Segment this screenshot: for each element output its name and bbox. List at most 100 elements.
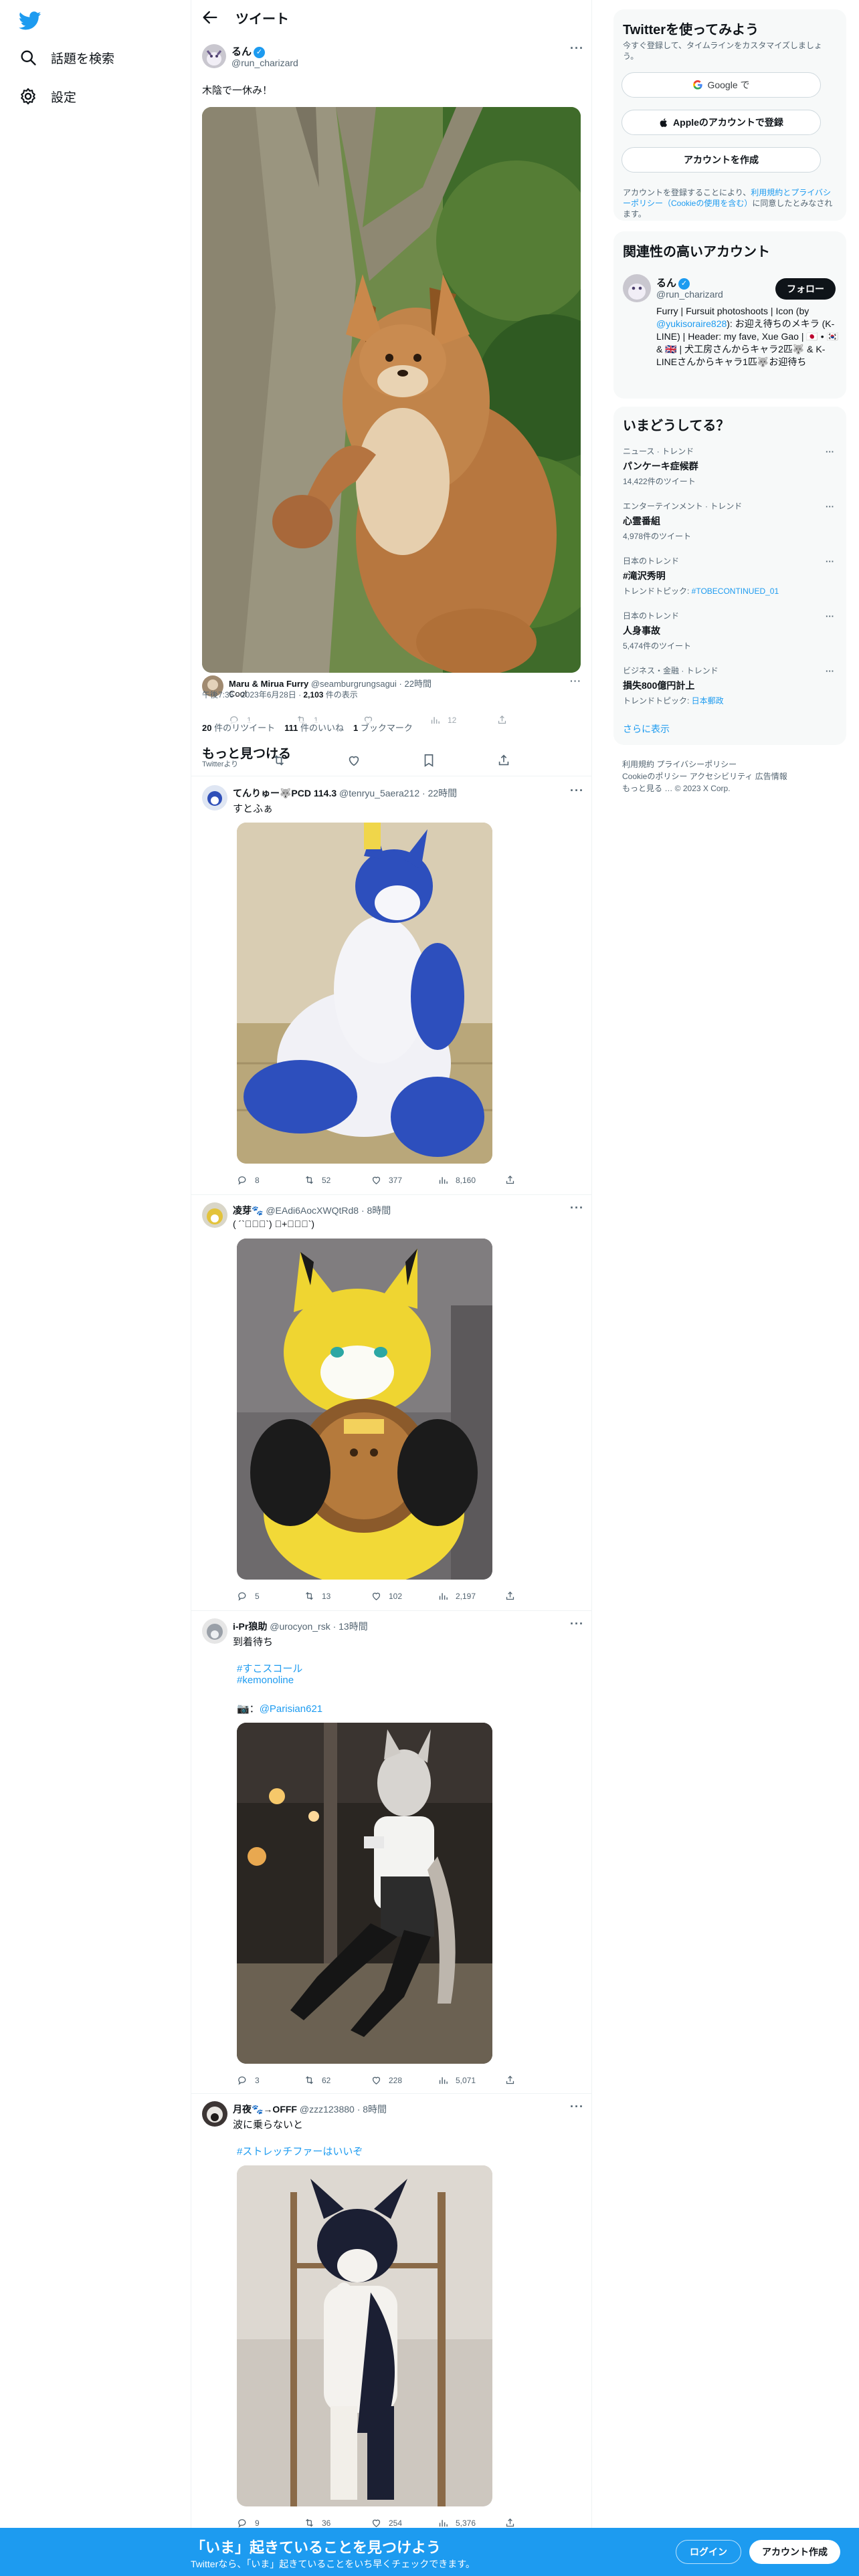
create-account-button[interactable]: アカウントを作成 — [622, 147, 821, 173]
nav-explore[interactable]: 話題を検索 — [19, 44, 114, 71]
feed-share[interactable] — [504, 2074, 522, 2086]
signup-button[interactable]: アカウント作成 — [749, 2540, 840, 2564]
relevant-handle[interactable]: @run_charizard — [656, 289, 723, 300]
feed-views[interactable]: 8,160 — [438, 1174, 504, 1186]
trend-item[interactable]: ニュース · トレンド パンケーキ症候群 14,422件のツイート ··· — [623, 445, 837, 487]
trend-item[interactable]: ビジネス・金融 · トレンド 損失800億円計上 トレンドトピック: 日本郵政 … — [623, 665, 837, 706]
views-icon — [439, 2520, 448, 2527]
feed-author-name[interactable]: i-Pr狼助 — [233, 1621, 267, 1632]
retweets-stat[interactable]: 20 件のリツイート — [202, 721, 275, 734]
trend-item[interactable]: エンターテインメント · トレンド 心霊番組 4,978件のツイート ··· — [623, 500, 837, 542]
author-avatar[interactable] — [202, 44, 226, 68]
feed-author-handle[interactable]: @EAdi6AocXWQtRd8 — [266, 1205, 359, 1216]
feed-photo[interactable] — [237, 1239, 492, 1580]
feed-like[interactable]: 254 — [371, 2517, 438, 2529]
quote-more-icon[interactable]: ··· — [570, 675, 581, 686]
feed-reply[interactable]: 5 — [237, 1590, 304, 1602]
feed-retweet-count: 52 — [322, 1175, 331, 1185]
likes-stat[interactable]: 111 件のいいね — [284, 721, 344, 734]
show-more-link[interactable]: さらに表示 — [623, 722, 670, 736]
tweet-photo[interactable] — [202, 107, 581, 673]
feed-author-handle[interactable]: @zzz123880 — [300, 2104, 355, 2115]
apple-signup-button[interactable]: Appleのアカウントで登録 — [622, 110, 821, 135]
bio-mention-link[interactable]: @yukisoraire828 — [656, 318, 727, 329]
main-bookmark[interactable] — [421, 753, 496, 768]
quote-author-handle[interactable]: @seamburgrungsagui — [311, 679, 397, 689]
feed-share[interactable] — [504, 2517, 522, 2529]
author-name[interactable]: るん ✓ — [231, 44, 266, 58]
feed-retweet[interactable]: 62 — [304, 2074, 371, 2086]
feed-author-handle[interactable]: @urocyon_rsk — [270, 1621, 330, 1632]
feed-avatar[interactable] — [202, 1202, 227, 1228]
feed-views[interactable]: 2,197 — [438, 1590, 504, 1602]
trend-more-icon[interactable]: ··· — [826, 611, 834, 621]
main-retweet[interactable] — [272, 753, 347, 768]
trend-topic-link[interactable]: 日本郵政 — [692, 696, 724, 706]
trend-more-icon[interactable]: ··· — [826, 666, 834, 676]
hashtag-link[interactable]: #ストレッチファーはいいぞ — [237, 2144, 363, 2158]
feed-like[interactable]: 102 — [371, 1590, 438, 1602]
feed-retweet[interactable]: 13 — [304, 1590, 371, 1602]
feed-views[interactable]: 5,071 — [438, 2074, 504, 2086]
more-options-icon[interactable]: ··· — [570, 41, 584, 56]
feed-author-handle[interactable]: @tenryu_5aera212 — [339, 788, 419, 798]
feed-more-icon[interactable]: ··· — [570, 784, 584, 798]
trend-topic-link[interactable]: #TOBECONTINUED_01 — [692, 586, 779, 596]
quote-views[interactable]: 12 — [430, 714, 496, 726]
feed-avatar[interactable] — [202, 1618, 227, 1644]
feed-photo[interactable] — [237, 1723, 492, 2064]
footer-line-3[interactable]: もっと見る … © 2023 X Corp. — [622, 782, 843, 794]
feed-share[interactable] — [504, 1174, 522, 1186]
trend-more-icon[interactable]: ··· — [826, 447, 834, 457]
trend-item[interactable]: 日本のトレンド #滝沢秀明 トレンドトピック: #TOBECONTINUED_0… — [623, 555, 837, 597]
feed-retweet[interactable]: 36 — [304, 2517, 371, 2529]
trend-item[interactable]: 日本のトレンド 人身事故 5,474件のツイート ··· — [623, 610, 837, 651]
feed-photo[interactable] — [237, 2165, 492, 2506]
feed-more-icon[interactable]: ··· — [570, 1617, 584, 1631]
author-handle[interactable]: @run_charizard — [231, 58, 298, 68]
feed-like[interactable]: 377 — [371, 1174, 438, 1186]
tweet-timestamp[interactable]: 午後7:36 · 2023年6月28日 — [202, 690, 296, 700]
back-arrow-icon[interactable] — [201, 8, 219, 27]
search-icon — [21, 50, 36, 66]
feed-views[interactable]: 5,376 — [438, 2517, 504, 2529]
trend-more-icon[interactable]: ··· — [826, 502, 834, 512]
footer-line-1[interactable]: 利用規約 プライバシーポリシー — [622, 758, 843, 770]
feed-reply[interactable]: 8 — [237, 1174, 304, 1186]
feed-share[interactable] — [504, 1590, 522, 1602]
main-like[interactable] — [347, 753, 421, 768]
quote-share[interactable] — [496, 714, 514, 726]
trend-more-icon[interactable]: ··· — [826, 556, 834, 566]
quote-header: Maru & Miruа Furry @seamburgrungsagui · … — [229, 677, 432, 689]
tweet-text: 木陰で一休み！ — [202, 85, 273, 96]
feed-photo[interactable] — [237, 823, 492, 1164]
google-signup-button[interactable]: Google で — [622, 72, 821, 98]
twitter-bird-icon[interactable] — [19, 9, 41, 32]
feed-avatar[interactable] — [202, 785, 227, 811]
terms-prefix: アカウントを登録することにより、 — [623, 188, 751, 197]
feed-author-name[interactable]: 凌芽🐾 — [233, 1205, 263, 1216]
feed-reply[interactable]: 3 — [237, 2074, 304, 2086]
follow-button[interactable]: フォロー — [775, 278, 836, 300]
feed-avatar[interactable] — [202, 2101, 227, 2127]
feed-reply[interactable]: 9 — [237, 2517, 304, 2529]
bookmarks-stat[interactable]: 1 ブックマーク — [353, 721, 413, 734]
feed-more-icon[interactable]: ··· — [570, 2100, 584, 2114]
login-button[interactable]: ログイン — [676, 2540, 741, 2564]
mention-link[interactable]: @Parisian621 — [260, 1703, 322, 1715]
feed-like[interactable]: 228 — [371, 2074, 438, 2086]
feed-author-name[interactable]: てんりゅー🐺PCD 114.3 — [233, 788, 337, 798]
relevant-name[interactable]: るん ✓ — [656, 276, 690, 290]
trend-category: エンターテインメント · トレンド — [623, 502, 743, 511]
quote-author-name[interactable]: Maru & Miruа Furry — [229, 679, 308, 689]
feed-author-name[interactable]: 月夜🐾→OFFF — [233, 2104, 297, 2115]
nav-settings[interactable]: 設定 — [19, 83, 76, 110]
feed-more-icon[interactable]: ··· — [570, 1201, 584, 1215]
relevant-avatar[interactable] — [623, 274, 651, 302]
main-share[interactable] — [496, 753, 518, 768]
hashtag-link[interactable]: #kemonoline — [237, 1675, 294, 1686]
trend-name: #滝沢秀明 — [623, 570, 666, 581]
hashtag-link[interactable]: #すこスコール — [237, 1661, 302, 1675]
feed-retweet[interactable]: 52 — [304, 1174, 371, 1186]
footer-line-2[interactable]: Cookieのポリシー アクセシビリティ 広告情報 — [622, 770, 843, 782]
